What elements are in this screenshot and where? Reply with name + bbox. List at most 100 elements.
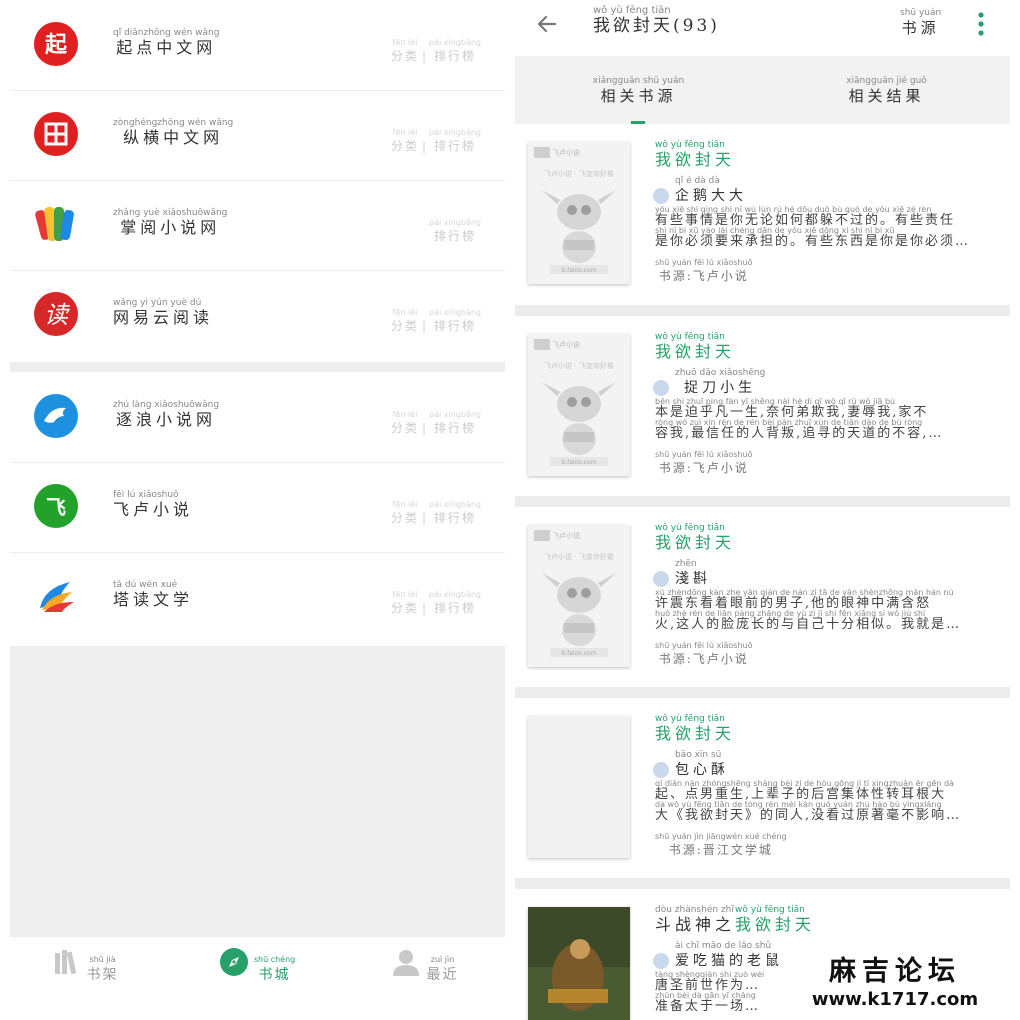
site-item[interactable]: zhú làng xiǎoshuōwǎng 逐浪小说网 fēn lèi 分类 | pái … bbox=[10, 372, 505, 463]
author-name-pinyin: zhuō dāo xiǎoshēng bbox=[675, 368, 766, 378]
tab-label: 相关结果 bbox=[848, 87, 925, 105]
ranking-link[interactable]: pái xíngbǎng 排行榜 bbox=[429, 410, 481, 436]
site-links: pái xíngbǎng 排行榜 bbox=[429, 218, 481, 244]
ranking-link[interactable]: pái xíngbǎng 排行榜 bbox=[429, 38, 481, 64]
svg-text:飞卢小说 · 飞变你好看: 飞卢小说 · 飞变你好看 bbox=[544, 361, 614, 370]
source-name: shū yuán fēi lú xiǎoshuō 书源:飞卢小说 bbox=[655, 450, 752, 476]
book-title-main-pinyin: wǒ yù fēng tiān bbox=[655, 140, 725, 150]
top-bar: wǒ yù fēng tiān 我欲封天(93) shū yuán 书源 bbox=[515, 0, 1010, 56]
source-name-text: 书源:飞卢小说 bbox=[658, 652, 749, 666]
category-link-text: 分类 bbox=[391, 319, 420, 333]
book-card[interactable]: 飞卢小说 飞卢小说 · 飞变你好看 b.faloo.com wǒ yù fēng… bbox=[515, 507, 1010, 687]
category-link-text: 分类 bbox=[391, 139, 420, 153]
book-title: wǒ yù fēng tiān 我欲封天 bbox=[655, 714, 735, 744]
site-logo-icon bbox=[34, 574, 78, 618]
book-cover bbox=[528, 716, 630, 858]
description-text: 起、点男重生,上辈子的后宫集体性转耳根大 bbox=[655, 787, 947, 801]
site-item[interactable]: 飞 fēi lú xiǎoshuō 飞卢小说 fēn lèi 分类 | pái xíngbǎ… bbox=[10, 462, 505, 553]
svg-text:飞卢小说: 飞卢小说 bbox=[552, 340, 580, 349]
category-link[interactable]: fēn lèi 分类 bbox=[391, 590, 419, 616]
link-separator: | bbox=[421, 511, 427, 525]
category-link[interactable]: fēn lèi 分类 bbox=[391, 38, 419, 64]
author-name: zhēn 淺斟 bbox=[675, 559, 711, 589]
svg-text:飞卢小说: 飞卢小说 bbox=[552, 148, 580, 157]
description-line: xǔ zhèndōng kàn zhe yǎn qián de nán zǐ t… bbox=[655, 589, 1005, 610]
svg-text:飞卢小说 · 飞变你好看: 飞卢小说 · 飞变你好看 bbox=[544, 169, 614, 178]
book-description: běn shì zhuī píng fán yī shēng nài hé dì… bbox=[655, 398, 1005, 442]
book-source-button[interactable]: shū yuán 书源 bbox=[900, 8, 941, 38]
site-links: fēn lèi 分类 | pái xíngbǎng 排行榜 bbox=[391, 500, 481, 526]
forum-watermark: 麻吉论坛 www.k1717.com bbox=[795, 955, 995, 1015]
site-name-ruby-text: 塔读文学 bbox=[113, 590, 194, 609]
site-name-ruby-text: 纵横中文网 bbox=[123, 128, 224, 147]
tab-related-results[interactable]: xiāngguān jié guǒ 相关结果 bbox=[763, 76, 1010, 106]
nav-bookshelf[interactable]: shū jià 书架 bbox=[40, 947, 130, 985]
author-name-text: 爱吃猫的老鼠 bbox=[675, 953, 783, 969]
book-card[interactable]: wǒ yù fēng tiān 我欲封天 bāo xīn sū 包心酥 qǐ diǎn … bbox=[515, 698, 1010, 878]
ranking-link-pinyin: pái xíngbǎng bbox=[429, 410, 481, 419]
ranking-link[interactable]: pái xíngbǎng 排行榜 bbox=[429, 128, 481, 154]
book-cover: 飞卢小说 飞卢小说 · 飞变你好看 b.faloo.com bbox=[528, 142, 630, 284]
site-name-ruby-text: 飞卢小说 bbox=[113, 500, 194, 519]
site-name-ruby-text: 掌阅小说网 bbox=[120, 218, 221, 237]
site-name-ruby: zònghéngzhōng wén wǎng 纵横中文网 bbox=[113, 118, 233, 148]
more-menu-icon[interactable] bbox=[977, 12, 985, 36]
book-card[interactable]: 飞卢小说 飞卢小说 · 飞变你好看 b.faloo.com wǒ yù fēng… bbox=[515, 316, 1010, 496]
site-name: tǎ dú wén xué 塔读文学 bbox=[113, 580, 193, 610]
ranking-link[interactable]: pái xíngbǎng 排行榜 bbox=[429, 308, 481, 334]
nav-label: 书城 bbox=[258, 967, 291, 983]
book-title-main-pinyin: wǒ yù fēng tiān bbox=[655, 714, 725, 724]
site-name-ruby-pinyin: zhú làng xiǎoshuōwǎng bbox=[113, 400, 220, 410]
ranking-link-text: 排行榜 bbox=[434, 49, 477, 63]
book-title-main-text: 我欲封天 bbox=[655, 150, 736, 169]
tab-related-sources[interactable]: xiāngguān shū yuán 相关书源 bbox=[515, 76, 762, 106]
bottom-navigation: shū jià 书架 shū chéng 书城 zuì jìn 最近 bbox=[10, 936, 505, 1011]
ranking-link[interactable]: pái xíngbǎng 排行榜 bbox=[429, 218, 481, 244]
book-title: wǒ yù fēng tiān 我欲封天 bbox=[655, 332, 735, 362]
book-card[interactable]: 飞卢小说 飞卢小说 · 飞变你好看 b.faloo.com wǒ yù fēng… bbox=[515, 124, 1010, 304]
book-title-main-pinyin: wǒ yù fēng tiān bbox=[735, 905, 805, 915]
book-source-pinyin: shū yuán bbox=[900, 8, 942, 18]
link-separator: | bbox=[421, 319, 427, 333]
category-link[interactable]: fēn lèi 分类 bbox=[391, 410, 419, 436]
site-name: zònghéngzhōng wén wǎng 纵横中文网 bbox=[113, 118, 233, 148]
back-arrow-icon[interactable] bbox=[535, 12, 559, 36]
source-name-pinyin: shū yuán fēi lú xiǎoshuō bbox=[655, 641, 753, 650]
book-title-prefix-pinyin: dòu zhànshén zhī bbox=[655, 905, 734, 915]
nav-label: 最近 bbox=[426, 967, 459, 983]
category-link-text: 分类 bbox=[391, 49, 420, 63]
site-item[interactable]: zònghéngzhōng wén wǎng 纵横中文网 fēn lèi 分类 | pái… bbox=[10, 90, 505, 181]
nav-bookstore[interactable]: shū chéng 书城 bbox=[212, 947, 302, 985]
site-name-ruby-pinyin: wǎng yì yún yuè dú bbox=[113, 298, 202, 308]
book-title-prefix: dòu zhànshén zhī 斗战神之 bbox=[655, 905, 735, 935]
ranking-link[interactable]: pái xíngbǎng 排行榜 bbox=[429, 590, 481, 616]
page-title-text: 我欲封天(93) bbox=[593, 16, 720, 36]
site-logo-icon bbox=[34, 202, 78, 246]
author-name-pinyin: qǐ é dà dà bbox=[675, 176, 720, 186]
book-title-main-text: 我欲封天 bbox=[655, 533, 736, 552]
site-links: fēn lèi 分类 | pái xíngbǎng 排行榜 bbox=[391, 410, 481, 436]
ranking-link-pinyin: pái xíngbǎng bbox=[429, 128, 481, 137]
site-item[interactable]: 起 qǐ diǎnzhōng wén wǎng 起点中文网 fēn lèi 分类 | pái… bbox=[10, 0, 505, 91]
site-item[interactable]: 读 wǎng yì yún yuè dú 网易云阅读 fēn lèi 分类 | pái xí… bbox=[10, 270, 505, 360]
ranking-link[interactable]: pái xíngbǎng 排行榜 bbox=[429, 500, 481, 526]
nav-recent[interactable]: zuì jìn 最近 bbox=[380, 947, 470, 985]
site-item[interactable]: zhǎng yuè xiǎoshuōwǎng 掌阅小说网 pái xíngbǎng 排… bbox=[10, 180, 505, 271]
source-name-pinyin: shū yuán jìn jiāngwén xué chéng bbox=[655, 832, 787, 841]
site-item[interactable]: tǎ dú wén xué 塔读文学 fēn lèi 分类 | pái xíngbǎng 排… bbox=[10, 552, 505, 642]
source-name-text: 书源:飞卢小说 bbox=[658, 269, 749, 283]
site-links: fēn lèi 分类 | pái xíngbǎng 排行榜 bbox=[391, 308, 481, 334]
description-line: huǒ zhè rén de liǎn páng zhǎng de yǔ zì … bbox=[655, 610, 1005, 631]
description-line: róng wǒ zuì xìn rèn de rén bèi pàn zhuī … bbox=[655, 419, 1005, 440]
site-links: fēn lèi 分类 | pái xíngbǎng 排行榜 bbox=[391, 128, 481, 154]
category-link[interactable]: fēn lèi 分类 bbox=[391, 128, 419, 154]
category-link-text: 分类 bbox=[391, 601, 420, 615]
author-name-text: 包心酥 bbox=[675, 762, 729, 778]
book-title-main: wǒ yù fēng tiān 我欲封天 bbox=[655, 523, 735, 553]
category-link[interactable]: fēn lèi 分类 bbox=[391, 308, 419, 334]
description-text: 大《我欲封天》的同人,没看过原著毫不影响… bbox=[655, 808, 962, 822]
category-link[interactable]: fēn lèi 分类 bbox=[391, 500, 419, 526]
ranking-link-text: 排行榜 bbox=[434, 421, 477, 435]
site-name-ruby: qǐ diǎnzhōng wén wǎng 起点中文网 bbox=[113, 28, 219, 58]
book-description: xǔ zhèndōng kàn zhe yǎn qián de nán zǐ t… bbox=[655, 589, 1005, 633]
